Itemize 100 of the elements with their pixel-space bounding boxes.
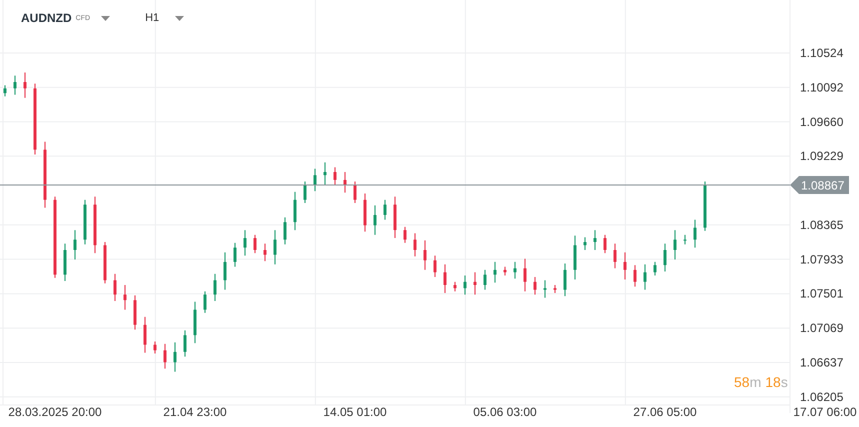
candle-body bbox=[204, 294, 206, 310]
ref-line-label: 1.08867 bbox=[801, 178, 845, 192]
candle-wick bbox=[474, 272, 476, 296]
price-axis-label: 1.09660 bbox=[800, 114, 844, 129]
candle-wick bbox=[674, 230, 676, 260]
timeframe-dropdown[interactable] bbox=[173, 14, 186, 22]
candle-body bbox=[184, 335, 186, 352]
candle-wick bbox=[154, 341, 156, 354]
candle-body bbox=[34, 88, 36, 150]
candle-wick bbox=[224, 252, 226, 290]
candle-body bbox=[104, 245, 106, 280]
candle-wick bbox=[244, 230, 246, 256]
candle-body bbox=[444, 272, 446, 286]
candle-body bbox=[154, 344, 156, 350]
candle-wick bbox=[444, 264, 446, 294]
candle-wick bbox=[594, 230, 596, 250]
candle-body bbox=[434, 260, 436, 272]
candle-body bbox=[694, 228, 696, 240]
candle-body bbox=[564, 270, 566, 290]
timeframe-label: H1 bbox=[145, 12, 160, 24]
candle-body bbox=[24, 82, 26, 88]
candle-body bbox=[274, 240, 276, 255]
price-axis-label: 1.07501 bbox=[800, 286, 844, 301]
candle-body bbox=[674, 240, 676, 250]
candle-body bbox=[144, 324, 146, 345]
candle-body bbox=[514, 268, 516, 272]
candle-body bbox=[484, 274, 486, 286]
candle-wick bbox=[214, 273, 216, 302]
candle-wick bbox=[564, 263, 566, 297]
candle-wick bbox=[324, 162, 326, 186]
candle-wick bbox=[284, 216, 286, 245]
candle-wick bbox=[264, 243, 266, 262]
price-axis-label: 1.10092 bbox=[800, 80, 844, 94]
candle-wick bbox=[454, 281, 456, 292]
candle-wick bbox=[124, 284, 126, 310]
candle-wick bbox=[344, 171, 346, 194]
candle-body bbox=[384, 204, 386, 215]
candle-wick bbox=[14, 75, 16, 96]
candle-body bbox=[354, 184, 356, 200]
candle-body bbox=[344, 180, 346, 185]
price-axis-label: 1.07069 bbox=[800, 321, 844, 336]
candle-wick bbox=[694, 219, 696, 248]
candle-wick bbox=[314, 168, 316, 192]
candle-body bbox=[114, 280, 116, 295]
candle-wick bbox=[174, 342, 176, 372]
time-axis-label: 27.06 05:00 bbox=[633, 405, 697, 419]
candle-body bbox=[234, 248, 236, 262]
candle-wick bbox=[184, 330, 186, 358]
candle-wick bbox=[634, 264, 636, 288]
candle-wick bbox=[114, 273, 116, 302]
candle-wick bbox=[24, 72, 26, 98]
candle-wick bbox=[334, 166, 336, 186]
candle-body bbox=[164, 350, 166, 362]
time-axis-label: 21.04 23:00 bbox=[163, 405, 227, 419]
candle-wick bbox=[464, 274, 466, 296]
candle-wick bbox=[584, 236, 586, 250]
candle-body bbox=[294, 200, 296, 222]
candle-wick bbox=[204, 290, 206, 314]
candle-body bbox=[74, 240, 76, 250]
price-axis-label: 1.08365 bbox=[800, 218, 844, 232]
symbol-dropdown[interactable] bbox=[99, 14, 112, 22]
candle-wick bbox=[624, 252, 626, 280]
candle-body bbox=[624, 262, 626, 270]
candle-wick bbox=[434, 255, 436, 278]
symbol-label: AUDNZD bbox=[21, 11, 72, 25]
candle-body bbox=[584, 242, 586, 246]
candle-wick bbox=[304, 181, 306, 204]
candle-body bbox=[404, 230, 406, 240]
candle-wick bbox=[544, 280, 546, 298]
candle-wick bbox=[484, 269, 486, 290]
candle-body bbox=[704, 184, 706, 228]
time-axis-label: 28.03.2025 20:00 bbox=[8, 405, 102, 419]
candle-body bbox=[94, 204, 96, 246]
candle-body bbox=[364, 200, 366, 226]
candle-wick bbox=[664, 243, 666, 272]
price-axis-label: 1.06205 bbox=[800, 390, 844, 404]
candle-body bbox=[524, 268, 526, 282]
candle-wick bbox=[644, 264, 646, 290]
candle-body bbox=[494, 270, 496, 275]
candle-wick bbox=[74, 230, 76, 260]
candle-body bbox=[664, 250, 666, 266]
candle-wick bbox=[614, 243, 616, 269]
candle-wick bbox=[494, 261, 496, 284]
candle-body bbox=[604, 238, 606, 250]
candle-wick bbox=[164, 343, 166, 370]
time-axis-label: 14.05 01:00 bbox=[323, 405, 387, 419]
candle-body bbox=[414, 240, 416, 250]
candle-body bbox=[574, 245, 576, 270]
candle-wick bbox=[684, 234, 686, 245]
countdown-timer: 58m 18s bbox=[734, 374, 788, 390]
candle-wick bbox=[294, 191, 296, 231]
candle-body bbox=[134, 300, 136, 325]
candle-wick bbox=[354, 181, 356, 204]
candle-body bbox=[224, 262, 226, 280]
candle-wick bbox=[274, 230, 276, 265]
candle-body bbox=[64, 250, 66, 275]
candle-wick bbox=[414, 232, 416, 257]
candle-wick bbox=[374, 204, 376, 236]
candle-body bbox=[324, 172, 326, 176]
candle-wick bbox=[144, 316, 146, 354]
